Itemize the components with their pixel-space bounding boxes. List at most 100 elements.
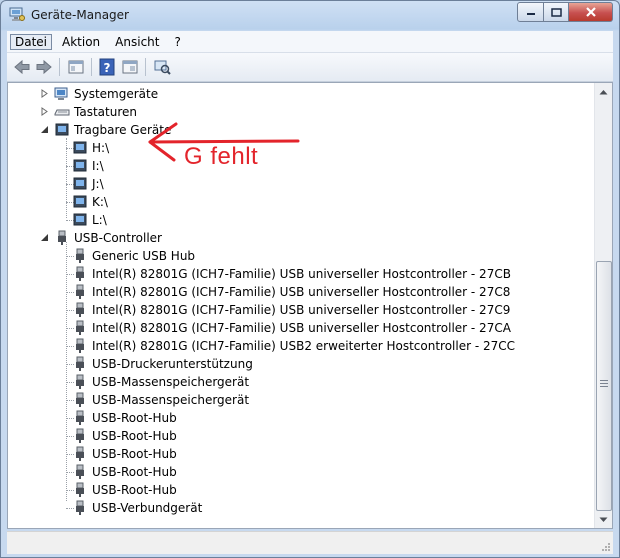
portable-device-icon (55, 123, 69, 136)
back-arrow-icon[interactable] (13, 58, 31, 76)
tree-node-usb-item[interactable]: USB-Massenspeichergerät (72, 373, 249, 391)
usb-plug-icon (76, 248, 84, 263)
tree-label: Systemgeräte (74, 87, 159, 101)
view-panel-icon[interactable] (121, 58, 139, 76)
tree-label: Intel(R) 82801G (ICH7-Familie) USB unive… (92, 303, 511, 317)
tree-label: I:\ (92, 159, 104, 173)
tree-node-drive-j[interactable]: J:\ (72, 175, 104, 193)
tree-label: USB-Root-Hub (92, 465, 177, 479)
tree-label: Tastaturen (74, 105, 137, 119)
menu-bar: Datei Aktion Ansicht ? (7, 31, 613, 53)
collapse-arrow-icon[interactable] (40, 233, 49, 242)
portable-device-icon (73, 213, 87, 226)
tree-node-usb-item[interactable]: Generic USB Hub (72, 247, 195, 265)
collapse-arrow-icon[interactable] (40, 125, 49, 134)
usb-plug-icon (76, 266, 84, 281)
scroll-up-icon (599, 89, 608, 94)
tree-label: USB-Root-Hub (92, 429, 177, 443)
tree-node-usb-item[interactable]: USB-Druckerunterstützung (72, 355, 253, 373)
window-title: Geräte-Manager (31, 8, 129, 22)
tree-node-drive-k[interactable]: K:\ (72, 193, 108, 211)
usb-plug-icon (76, 464, 84, 479)
menu-help[interactable]: ? (169, 34, 185, 50)
tree-label: Intel(R) 82801G (ICH7-Familie) USB2 erwe… (92, 339, 516, 353)
scrollbar-thumb[interactable] (596, 261, 612, 511)
tree-label: J:\ (92, 177, 104, 191)
tree-node-usb-item[interactable]: USB-Root-Hub (72, 445, 177, 463)
tree-connector (66, 242, 67, 501)
portable-device-icon (73, 177, 87, 190)
tree-node-usb-item[interactable]: Intel(R) 82801G (ICH7-Familie) USB2 erwe… (72, 337, 515, 355)
menu-ansicht[interactable]: Ansicht (110, 34, 164, 50)
device-manager-window: Geräte-Manager Datei Aktion Ansicht ? ? … (0, 0, 620, 558)
tree-node-usb-item[interactable]: USB-Massenspeichergerät (72, 391, 249, 409)
portable-device-icon (73, 141, 87, 154)
close-icon (585, 7, 596, 17)
usb-plug-icon (76, 302, 84, 317)
tree-node-usb-item[interactable]: Intel(R) 82801G (ICH7-Familie) USB unive… (72, 319, 511, 337)
device-manager-icon (9, 7, 25, 21)
minimize-icon (526, 13, 535, 15)
portable-device-icon (73, 195, 87, 208)
usb-plug-icon (76, 428, 84, 443)
tree-node-drive-i[interactable]: I:\ (72, 157, 104, 175)
resize-grip-icon[interactable] (601, 542, 611, 552)
tree-node-usb-item[interactable]: USB-Root-Hub (72, 481, 177, 499)
usb-plug-icon (76, 410, 84, 425)
maximize-icon (550, 7, 562, 17)
usb-plug-icon (58, 230, 66, 245)
tree-node-drive-l[interactable]: L:\ (72, 211, 107, 229)
tree-node-usb-item[interactable]: Intel(R) 82801G (ICH7-Familie) USB unive… (72, 283, 510, 301)
tree-label: Generic USB Hub (92, 249, 196, 263)
usb-plug-icon (76, 284, 84, 299)
tree-label: USB-Root-Hub (92, 483, 177, 497)
expand-arrow-icon[interactable] (40, 89, 49, 98)
close-button[interactable] (569, 2, 613, 22)
usb-plug-icon (76, 500, 84, 515)
title-bar[interactable]: Geräte-Manager (1, 1, 619, 29)
vertical-scrollbar[interactable] (594, 83, 612, 528)
scroll-down-button[interactable] (595, 511, 612, 528)
menu-aktion[interactable]: Aktion (57, 34, 105, 50)
toolbar-separator (59, 58, 60, 76)
menu-datei[interactable]: Datei (10, 33, 53, 50)
tree-node-usb-item[interactable]: USB-Verbundgerät (72, 499, 202, 517)
system-devices-icon (54, 87, 68, 100)
tree-node-usb-item[interactable]: Intel(R) 82801G (ICH7-Familie) USB unive… (72, 301, 510, 319)
tree-label: L:\ (92, 213, 107, 227)
forward-arrow-icon[interactable] (35, 58, 53, 76)
help-icon[interactable]: ? (98, 58, 116, 76)
tree-label: Intel(R) 82801G (ICH7-Familie) USB unive… (92, 321, 511, 335)
maximize-button[interactable] (544, 2, 569, 22)
svg-text:?: ? (104, 61, 111, 75)
tree-label: USB-Root-Hub (92, 411, 177, 425)
tree-node-systemgeraete[interactable]: Systemgeräte (54, 85, 158, 103)
properties-window-icon[interactable] (67, 58, 85, 76)
tree-label: USB-Massenspeichergerät (92, 393, 250, 407)
tree-node-usb-item[interactable]: Intel(R) 82801G (ICH7-Familie) USB unive… (72, 265, 511, 283)
expand-arrow-icon[interactable] (40, 107, 49, 116)
tree-node-drive-h[interactable]: H:\ (72, 139, 109, 157)
usb-plug-icon (76, 374, 84, 389)
tree-node-usb-item[interactable]: USB-Root-Hub (72, 463, 177, 481)
tree-node-usb-controller[interactable]: USB-Controller (54, 229, 162, 247)
status-bar (7, 531, 613, 554)
scan-hardware-icon[interactable] (153, 58, 171, 76)
scroll-up-button[interactable] (595, 83, 612, 100)
tree-node-usb-item[interactable]: USB-Root-Hub (72, 409, 177, 427)
usb-plug-icon (76, 446, 84, 461)
tree-node-usb-item[interactable]: USB-Root-Hub (72, 427, 177, 445)
toolbar: ? (7, 53, 613, 82)
tree-label: USB-Verbundgerät (92, 501, 203, 515)
window-controls (517, 2, 613, 22)
tree-node-tastaturen[interactable]: Tastaturen (54, 103, 137, 121)
minimize-button[interactable] (517, 2, 544, 22)
usb-plug-icon (76, 338, 84, 353)
tree-label: Intel(R) 82801G (ICH7-Familie) USB unive… (92, 285, 511, 299)
usb-plug-icon (76, 356, 84, 371)
tree-label: USB-Controller (74, 231, 162, 245)
tree-label: H:\ (92, 141, 110, 155)
tree-label: K:\ (92, 195, 108, 209)
toolbar-separator (91, 58, 92, 76)
usb-plug-icon (76, 320, 84, 335)
